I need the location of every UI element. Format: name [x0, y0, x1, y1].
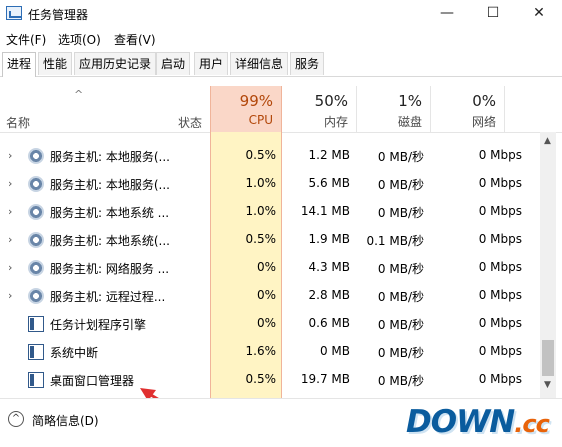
- fewer-details-link[interactable]: 简略信息(D): [32, 412, 99, 429]
- watermark-logo: DOWN.cc: [404, 404, 560, 444]
- collapse-chevron-icon[interactable]: ^: [8, 411, 24, 427]
- annotation-arrow-icon: [140, 388, 187, 418]
- watermark-text: DOWN.cc: [406, 404, 550, 440]
